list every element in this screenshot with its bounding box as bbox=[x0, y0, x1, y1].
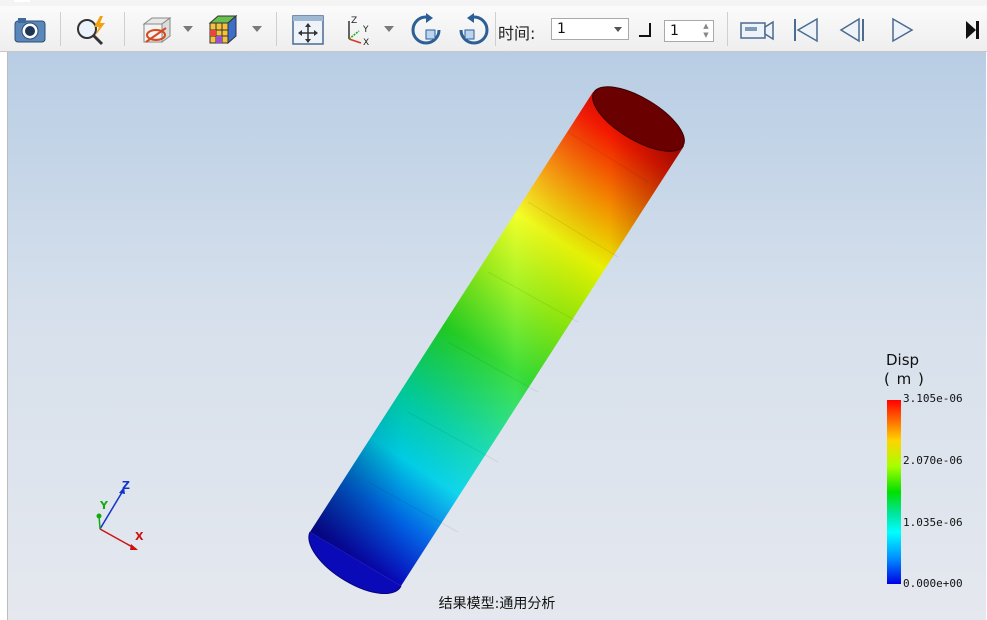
probe-search-icon[interactable] bbox=[72, 12, 112, 48]
toolbar: Z Y X 时间: 1 1 ▲ ▼ bbox=[0, 6, 987, 52]
axis-dropdown-icon[interactable] bbox=[384, 26, 394, 32]
legend-tick: 1.035e-06 bbox=[903, 516, 963, 529]
legend-tick: 3.105e-06 bbox=[903, 392, 963, 405]
rotate-ccw-icon[interactable] bbox=[454, 12, 494, 48]
time-label: 时间: bbox=[498, 24, 536, 43]
legend-unit: ( m ) bbox=[884, 370, 925, 388]
color-dropdown-icon[interactable] bbox=[252, 26, 262, 32]
chevron-down-icon bbox=[614, 27, 622, 32]
time-select[interactable]: 1 bbox=[551, 18, 629, 40]
play-icon[interactable] bbox=[882, 12, 920, 48]
fit-view-icon[interactable] bbox=[288, 12, 328, 48]
legend-title: Disp bbox=[886, 351, 920, 369]
model-label: 结果模型:通用分析 bbox=[438, 596, 556, 612]
more-icon[interactable] bbox=[962, 12, 982, 48]
legend-color-bar bbox=[887, 400, 901, 584]
svg-text:X: X bbox=[363, 38, 369, 47]
screenshot-camera-icon[interactable] bbox=[10, 12, 50, 48]
axis-z-label: Z bbox=[122, 479, 130, 492]
step-spinbox-value: 1 bbox=[670, 23, 679, 39]
step-icon bbox=[639, 23, 651, 37]
svg-text:Y: Y bbox=[362, 25, 369, 35]
3d-viewport[interactable]: Z Y X Disp ( m ) 3.105e-06 2.070e-06 1.0… bbox=[7, 52, 986, 620]
clip-dropdown-icon[interactable] bbox=[183, 26, 193, 32]
record-video-icon[interactable] bbox=[736, 12, 778, 48]
legend-tick: 2.070e-06 bbox=[903, 454, 963, 467]
step-spinbox[interactable]: 1 ▲ ▼ bbox=[664, 20, 714, 42]
svg-text:Z: Z bbox=[351, 16, 357, 26]
step-back-icon[interactable] bbox=[834, 12, 872, 48]
legend-tick: 0.000e+00 bbox=[903, 577, 963, 590]
spin-arrows-icon[interactable]: ▲ ▼ bbox=[702, 22, 710, 40]
time-select-value: 1 bbox=[557, 21, 566, 37]
axis-y-label: Y bbox=[100, 499, 108, 512]
rotate-cw-icon[interactable] bbox=[406, 12, 446, 48]
color-cube-icon[interactable] bbox=[204, 12, 244, 48]
axis-x-label: X bbox=[135, 530, 144, 543]
clip-plane-icon[interactable] bbox=[136, 12, 176, 48]
skip-to-start-icon[interactable] bbox=[786, 12, 824, 48]
menu-tab-active[interactable] bbox=[14, 0, 30, 2]
axis-orientation-icon[interactable]: Z Y X bbox=[340, 12, 376, 48]
